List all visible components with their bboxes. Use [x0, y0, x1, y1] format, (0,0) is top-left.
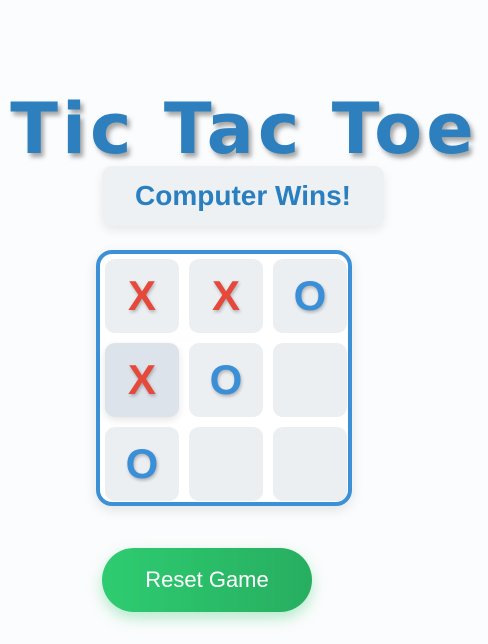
board-cell-5[interactable]: O	[189, 343, 263, 417]
cell-mark: X	[211, 272, 240, 319]
status-message: Computer Wins!	[102, 166, 384, 226]
cell-mark: O	[125, 440, 159, 487]
board-cell-6[interactable]	[273, 343, 347, 417]
status-text: Computer Wins!	[135, 180, 351, 211]
cell-mark: X	[127, 272, 156, 319]
reset-game-button[interactable]: Reset Game	[102, 548, 312, 612]
board-cell-9[interactable]	[273, 427, 347, 501]
game-board: X X O X O O	[96, 250, 352, 506]
board-cell-1[interactable]: X	[105, 259, 179, 333]
cell-mark: O	[293, 272, 327, 319]
board-cell-3[interactable]: O	[273, 259, 347, 333]
board-cell-4[interactable]: X	[105, 343, 179, 417]
cell-mark: O	[209, 356, 243, 403]
board-cell-7[interactable]: O	[105, 427, 179, 501]
board-cell-2[interactable]: X	[189, 259, 263, 333]
cell-mark: X	[127, 356, 156, 403]
board-cell-8[interactable]	[189, 427, 263, 501]
game-title: Tic Tac Toe	[10, 87, 478, 170]
